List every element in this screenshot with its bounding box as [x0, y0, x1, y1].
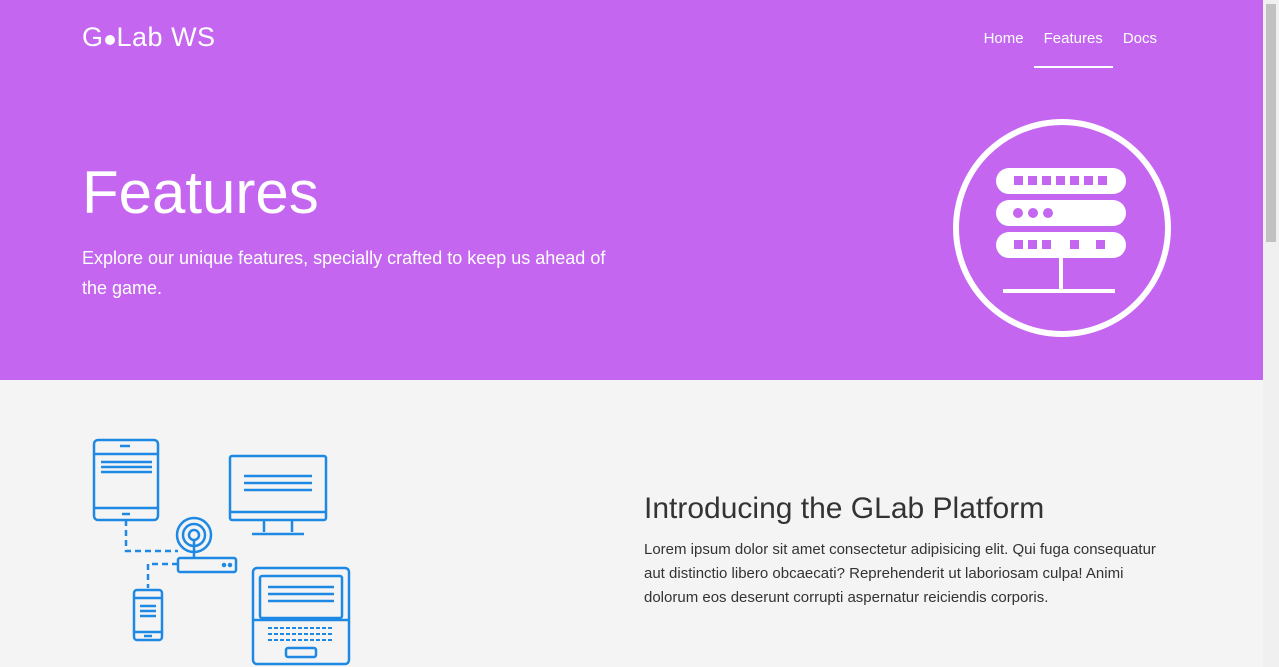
- page: G Lab WS Home Features Docs Features Expl…: [0, 0, 1279, 667]
- section-title: Introducing the GLab Platform: [644, 492, 1045, 525]
- scrollbar-thumb[interactable]: [1266, 4, 1276, 242]
- page-subtitle: Explore our unique features, specially c…: [82, 248, 606, 298]
- main-nav: Home Features Docs: [974, 30, 1167, 68]
- hero-section: G Lab WS Home Features Docs Features Expl…: [0, 0, 1263, 380]
- server-rack-icon: [953, 119, 1171, 337]
- nav-features[interactable]: Features: [1033, 30, 1113, 68]
- brand-prefix: G: [82, 22, 104, 52]
- devices-network-icon: [92, 438, 351, 666]
- brand-suffix: Lab WS: [116, 22, 216, 52]
- brand-logo[interactable]: G Lab WS: [82, 22, 216, 53]
- section-body: Lorem ipsum dolor sit amet consectetur a…: [644, 541, 1156, 606]
- page-title: Features: [82, 159, 319, 226]
- feature-text-block: Introducing the GLab Platform Lorem ipsu…: [644, 492, 1174, 610]
- vertical-scrollbar[interactable]: [1263, 0, 1279, 667]
- logo-dot-icon: [104, 34, 115, 45]
- nav-home[interactable]: Home: [974, 30, 1034, 68]
- nav-docs[interactable]: Docs: [1113, 30, 1167, 68]
